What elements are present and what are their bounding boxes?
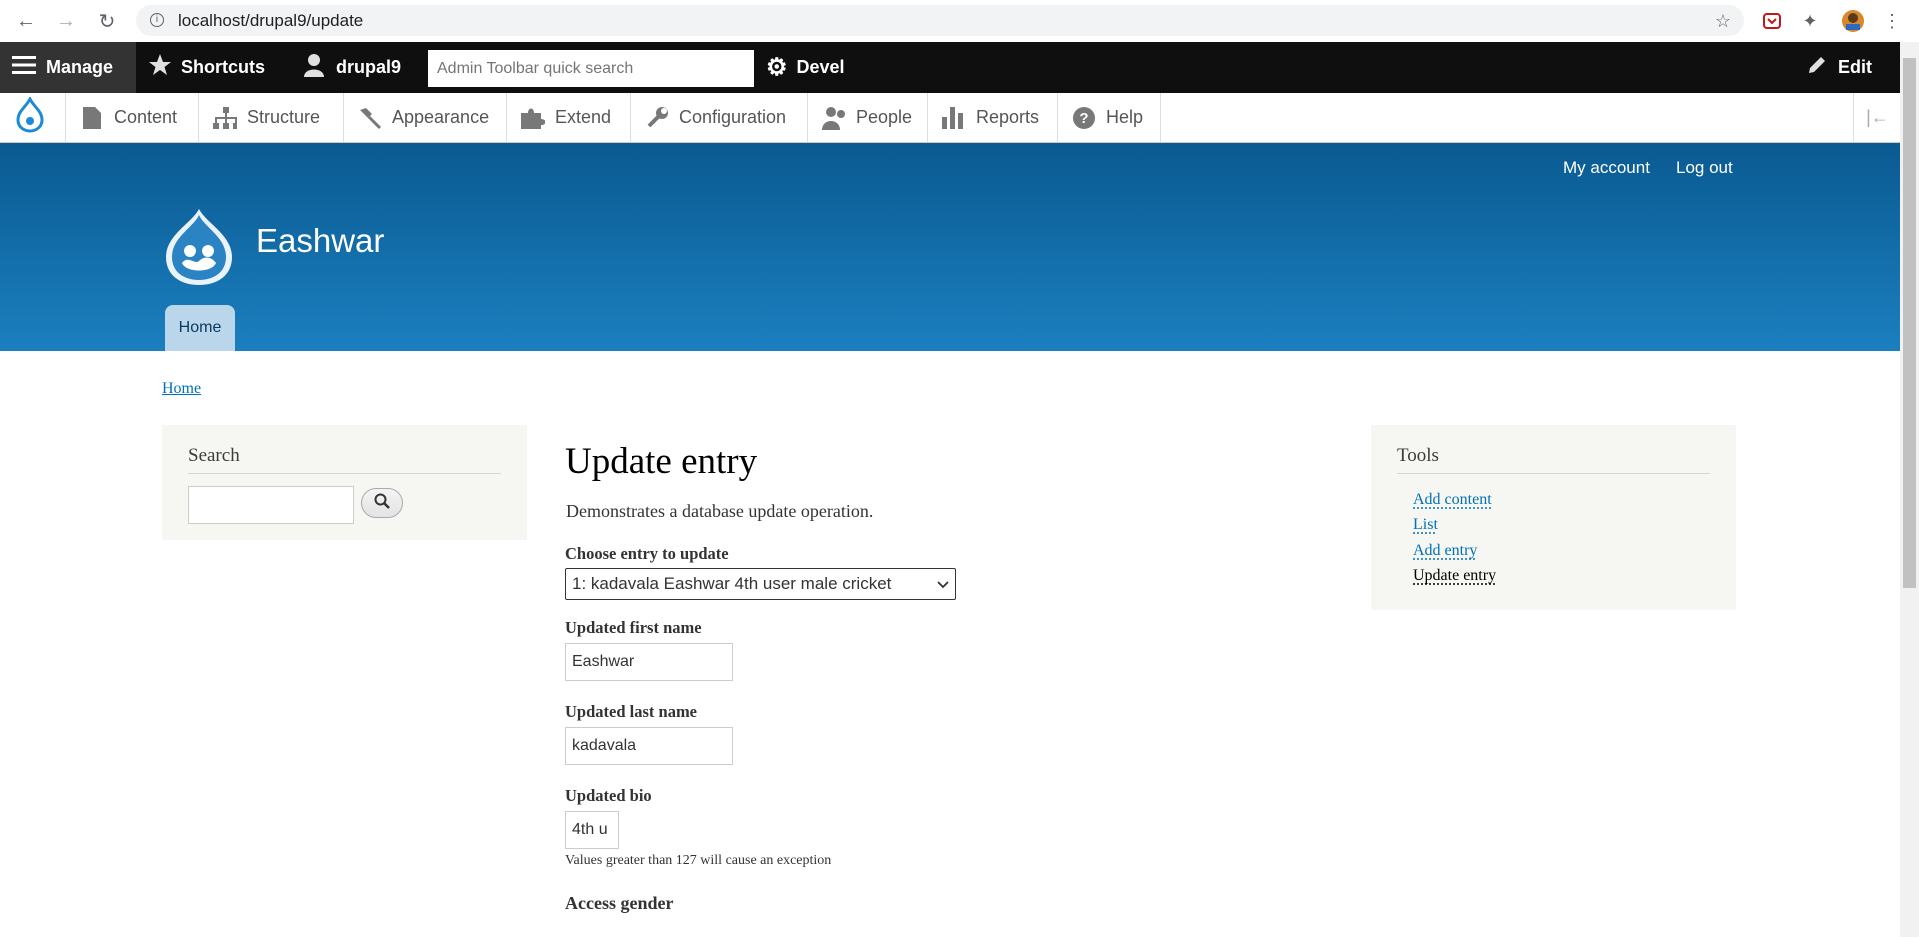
- pencil-icon: [1806, 54, 1828, 81]
- scrollbar-thumb[interactable]: [1903, 58, 1916, 588]
- tray-people[interactable]: People: [808, 93, 928, 142]
- bar-chart-icon: [942, 106, 966, 130]
- tray-extend-label: Extend: [555, 107, 612, 127]
- tray-appearance[interactable]: Appearance: [344, 93, 507, 142]
- tools-link-update-entry[interactable]: Update entry: [1413, 567, 1496, 585]
- extension-pocket-icon[interactable]: [1760, 9, 1784, 33]
- my-account-link[interactable]: My account: [1563, 158, 1650, 178]
- chevron-down-icon: [937, 574, 949, 594]
- tray-configuration-label: Configuration: [679, 107, 787, 127]
- tools-link-list[interactable]: List: [1413, 516, 1438, 534]
- bookmark-star-icon[interactable]: ☆: [1711, 9, 1735, 33]
- choose-entry-select[interactable]: 1: kadavala Eashwar 4th user male cricke…: [565, 568, 956, 600]
- admin-toolbar: [0, 42, 1900, 93]
- bio-value: 4th u: [572, 821, 608, 838]
- site-name[interactable]: Eashwar: [256, 222, 384, 260]
- tab-home[interactable]: Home: [165, 305, 235, 351]
- last-name-value: kadavala: [572, 737, 637, 754]
- tools-block-title: Tools: [1397, 445, 1439, 466]
- devel-label: Devel: [796, 57, 845, 77]
- browser-menu-icon[interactable]: ⋮: [1880, 9, 1904, 33]
- first-name-label: Updated first name: [565, 618, 702, 637]
- site-logo[interactable]: [162, 207, 236, 292]
- toolbar-devel[interactable]: ⚙ Devel: [766, 42, 845, 93]
- tray-help[interactable]: ? Help: [1058, 93, 1161, 142]
- bio-hint: Values greater than 127 will cause an ex…: [565, 853, 832, 868]
- tray-configuration[interactable]: Configuration: [631, 93, 808, 142]
- toolbar-quick-search-input[interactable]: [428, 50, 754, 87]
- page-title: Update entry: [565, 441, 758, 482]
- search-input[interactable]: [188, 486, 354, 524]
- bio-label: Updated bio: [565, 786, 652, 805]
- puzzle-icon: [521, 106, 545, 130]
- tray-people-label: People: [856, 107, 913, 127]
- choose-entry-value: 1: kadavala Eashwar 4th user male cricke…: [572, 574, 892, 593]
- tray-collapse-icon[interactable]: |←: [1853, 93, 1901, 142]
- divider: [1397, 473, 1710, 474]
- reload-icon[interactable]: ↻: [91, 5, 123, 37]
- address-bar[interactable]: [136, 5, 1744, 36]
- access-gender-label: Access gender: [565, 893, 674, 913]
- drupal-drop-icon: [14, 95, 46, 138]
- tools-link-add-content[interactable]: Add content: [1413, 491, 1492, 509]
- tray-reports-label: Reports: [976, 107, 1040, 127]
- search-button[interactable]: [361, 488, 403, 518]
- extensions-puzzle-icon[interactable]: ✦: [1798, 9, 1822, 33]
- sitemap-icon: [213, 106, 237, 130]
- last-name-field[interactable]: kadavala: [565, 727, 733, 765]
- tray-content[interactable]: Content: [66, 93, 199, 142]
- breadcrumb[interactable]: Home: [162, 380, 201, 398]
- toolbar-user[interactable]: drupal9: [302, 42, 401, 93]
- divider: [188, 473, 501, 474]
- tray-structure-label: Structure: [247, 107, 321, 127]
- hamburger-icon: [12, 55, 36, 80]
- first-name-value: Eashwar: [572, 653, 635, 670]
- back-icon[interactable]: ←: [10, 5, 42, 37]
- first-name-field[interactable]: Eashwar: [565, 643, 733, 681]
- drupal-home-link[interactable]: [0, 93, 66, 142]
- site-info-icon[interactable]: i: [150, 13, 164, 27]
- gear-icon: ⚙: [766, 54, 788, 81]
- toolbar-manage[interactable]: Manage: [0, 42, 136, 93]
- tray-content-label: Content: [114, 107, 178, 127]
- wrench-icon: [645, 106, 669, 130]
- edit-label: Edit: [1838, 57, 1872, 77]
- user-label: drupal9: [336, 57, 402, 77]
- choose-entry-label: Choose entry to update: [565, 544, 729, 563]
- page-description: Demonstrates a database update operation…: [566, 501, 874, 521]
- last-name-label: Updated last name: [565, 702, 698, 721]
- svg-text:?: ?: [1079, 110, 1088, 127]
- log-out-link[interactable]: Log out: [1676, 158, 1733, 178]
- people-icon: [822, 106, 846, 130]
- tools-link-add-entry[interactable]: Add entry: [1413, 542, 1477, 560]
- toolbar-edit[interactable]: Edit: [1806, 42, 1872, 93]
- star-icon: [148, 53, 172, 82]
- search-block-title: Search: [188, 445, 240, 466]
- toolbar-shortcuts[interactable]: Shortcuts: [148, 42, 265, 93]
- tray-structure[interactable]: Structure: [199, 93, 344, 142]
- toolbar-manage-label: Manage: [46, 57, 114, 77]
- url-text[interactable]: localhost/drupal9/update: [178, 11, 363, 31]
- document-icon: [80, 106, 104, 130]
- tray-help-label: Help: [1106, 107, 1144, 127]
- tray-reports[interactable]: Reports: [928, 93, 1058, 142]
- forward-icon[interactable]: →: [50, 5, 82, 37]
- help-icon: ?: [1072, 106, 1096, 130]
- search-icon: [374, 493, 390, 514]
- profile-avatar[interactable]: [1841, 9, 1865, 33]
- tray-extend[interactable]: Extend: [507, 93, 631, 142]
- user-icon: [302, 53, 326, 82]
- shortcuts-label: Shortcuts: [181, 57, 266, 77]
- paintbrush-icon: [358, 106, 382, 130]
- bio-field[interactable]: 4th u: [565, 811, 619, 849]
- tray-appearance-label: Appearance: [392, 107, 490, 127]
